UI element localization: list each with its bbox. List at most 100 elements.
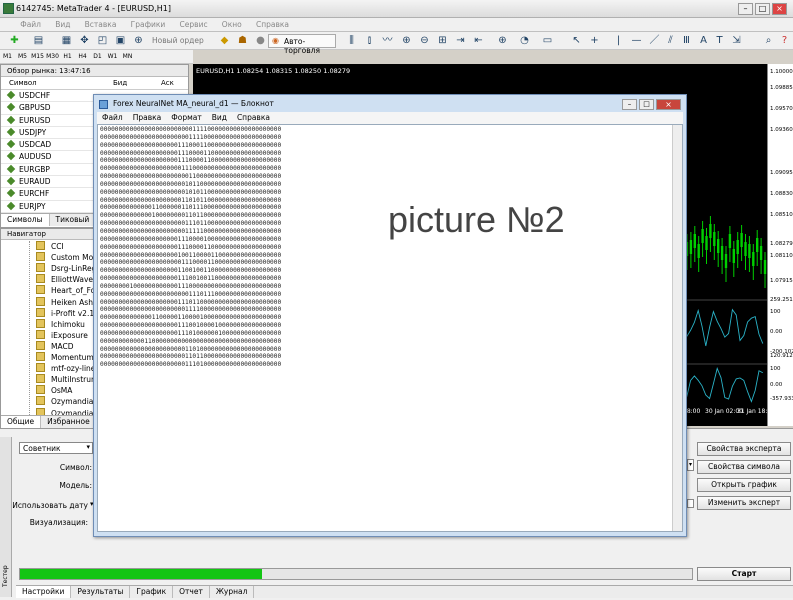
text-icon[interactable]: A [697, 34, 710, 47]
line-chart-icon[interactable]: 〰 [381, 34, 394, 47]
np-menu-file[interactable]: Файл [97, 112, 128, 124]
equidistant-channel-icon[interactable]: ⫽ [664, 34, 677, 47]
fibonacci-icon[interactable]: Ⅲ [680, 34, 693, 47]
notepad-text-area[interactable]: 0000000000000000000000000111100000000000… [97, 124, 683, 532]
indicator-item[interactable]: Custom Mov [36, 252, 98, 263]
np-menu-view[interactable]: Вид [207, 112, 232, 124]
tab-settings[interactable]: Настройки [16, 586, 72, 598]
trendline-icon[interactable]: ／ [648, 34, 661, 47]
menu-help[interactable]: Справка [250, 18, 295, 32]
indicator-item[interactable]: mtf-ozy-line [36, 363, 95, 374]
tester-icon[interactable]: ⊕ [132, 34, 145, 47]
bar-chart-icon[interactable]: ⫼ [345, 34, 358, 47]
indicator-item[interactable]: Ichimoku [36, 318, 85, 330]
tab-results[interactable]: Результаты [71, 586, 131, 598]
indicator-item[interactable]: MACD [36, 340, 73, 352]
minimize-icon[interactable]: – [738, 3, 753, 15]
timeframe-mn[interactable]: MN [120, 50, 135, 64]
market-icon[interactable]: ● [254, 34, 267, 47]
np-menu-help[interactable]: Справка [232, 112, 275, 124]
col-symbol[interactable]: Символ [9, 77, 37, 90]
np-menu-format[interactable]: Формат [166, 112, 206, 124]
menu-charts[interactable]: Графики [125, 18, 172, 32]
indicator-item[interactable]: CCI [36, 241, 64, 252]
menu-insert[interactable]: Вставка [79, 18, 123, 32]
tab-common[interactable]: Общие [1, 416, 42, 428]
cursor-icon[interactable]: ↖ [570, 34, 583, 47]
menu-window[interactable]: Окно [216, 18, 248, 32]
col-ask[interactable]: Аск [161, 77, 174, 90]
notepad-close-icon[interactable]: × [656, 99, 681, 110]
notepad-maximize-icon[interactable]: □ [639, 99, 654, 110]
label-icon[interactable]: T [713, 34, 726, 47]
zoom-out-icon[interactable]: ⊖ [418, 34, 431, 47]
timeframe-m30[interactable]: M30 [45, 50, 60, 64]
profiles-icon[interactable]: ▤ [32, 34, 45, 47]
timeframe-d1[interactable]: D1 [90, 50, 105, 64]
menu-tools[interactable]: Сервис [174, 18, 214, 32]
menu-file[interactable]: Файл [14, 18, 47, 32]
timeframe-m15[interactable]: M15 [30, 50, 45, 64]
navigator-icon[interactable]: ◰ [96, 34, 109, 47]
timeframe-h1[interactable]: H1 [60, 50, 75, 64]
tab-ticks[interactable]: Тиковый [50, 214, 97, 226]
help-icon[interactable]: ? [778, 34, 791, 47]
timeframe-w1[interactable]: W1 [105, 50, 120, 64]
candles-icon[interactable]: ⫾ [363, 34, 376, 47]
symbol-properties-button[interactable]: Свойства символа [697, 460, 791, 474]
notepad-scrollbar[interactable] [672, 125, 682, 531]
indicator-item[interactable]: OsMA [36, 385, 72, 396]
market-watch-icon[interactable]: ▦ [60, 34, 73, 47]
signals-icon[interactable]: ☗ [236, 34, 249, 47]
col-bid[interactable]: Бид [113, 77, 127, 90]
notepad-minimize-icon[interactable]: – [622, 99, 637, 110]
zoom-in-icon[interactable]: ⊕ [400, 34, 413, 47]
price-label: 1.08830 [770, 191, 793, 197]
indicator-item[interactable]: MultiInstrum [36, 374, 98, 385]
modify-expert-button[interactable]: Изменить эксперт [697, 496, 791, 510]
tab-report[interactable]: Отчет [173, 586, 210, 598]
open-chart-button[interactable]: Открыть график [697, 478, 791, 492]
horizontal-line-icon[interactable]: — [630, 34, 643, 47]
indicator-item[interactable]: ElliottWaveP [36, 274, 98, 285]
terminal-icon[interactable]: ▣ [114, 34, 127, 47]
new-order-button[interactable]: Новый ордер [152, 36, 204, 45]
metaeditor-icon[interactable]: ◆ [218, 34, 231, 47]
expert-properties-button[interactable]: Свойства эксперта [697, 442, 791, 456]
tab-favorites[interactable]: Избранное [41, 416, 97, 428]
arrows-icon[interactable]: ⇲ [730, 34, 743, 47]
indicator-item[interactable]: Ozymandias [36, 396, 97, 407]
vertical-line-icon[interactable]: | [612, 34, 625, 47]
timeframe-h4[interactable]: H4 [75, 50, 90, 64]
new-chart-icon[interactable]: ✚ [8, 34, 21, 47]
indicator-item[interactable]: Dsrg-LinReg [36, 263, 96, 274]
indicator-item[interactable]: i-Profit v2.1 [36, 307, 94, 319]
tab-journal[interactable]: Журнал [210, 586, 255, 598]
timeframe-m5[interactable]: M5 [15, 50, 30, 64]
crosshair-icon[interactable]: + [588, 34, 601, 47]
tab-symbols[interactable]: Символы [1, 214, 50, 226]
indicator-item[interactable]: Momentum [36, 352, 94, 363]
search-icon[interactable]: ⌕ [762, 34, 775, 47]
auto-trading-button[interactable]: ◉ Авто-торговля [268, 34, 336, 55]
tile-windows-icon[interactable]: ⊞ [436, 34, 449, 47]
start-button[interactable]: Старт [697, 567, 791, 581]
periods-icon[interactable]: ◔ [518, 34, 531, 47]
symbol-name: EURCHF [19, 189, 50, 199]
indicators-icon[interactable]: ⊕ [496, 34, 509, 47]
symbol-dropdown-arrow-icon[interactable]: ▾ [687, 459, 694, 471]
chart-shift-icon[interactable]: ⇤ [472, 34, 485, 47]
close-icon[interactable]: × [772, 3, 787, 15]
indicator-item[interactable]: Heiken Ashi [36, 296, 95, 308]
auto-scroll-icon[interactable]: ⇥ [454, 34, 467, 47]
tab-graph[interactable]: График [130, 586, 174, 598]
menu-view[interactable]: Вид [49, 18, 76, 32]
tester-type-select[interactable]: Советник ▾ [19, 442, 93, 454]
np-menu-edit[interactable]: Правка [128, 112, 167, 124]
maximize-icon[interactable]: □ [755, 3, 770, 15]
indicator-item[interactable]: iExposure [36, 329, 88, 341]
optimization-checkbox[interactable] [687, 499, 694, 508]
data-window-icon[interactable]: ✥ [78, 34, 91, 47]
templates-icon[interactable]: ▭ [541, 34, 554, 47]
timeframe-m1[interactable]: M1 [0, 50, 15, 64]
